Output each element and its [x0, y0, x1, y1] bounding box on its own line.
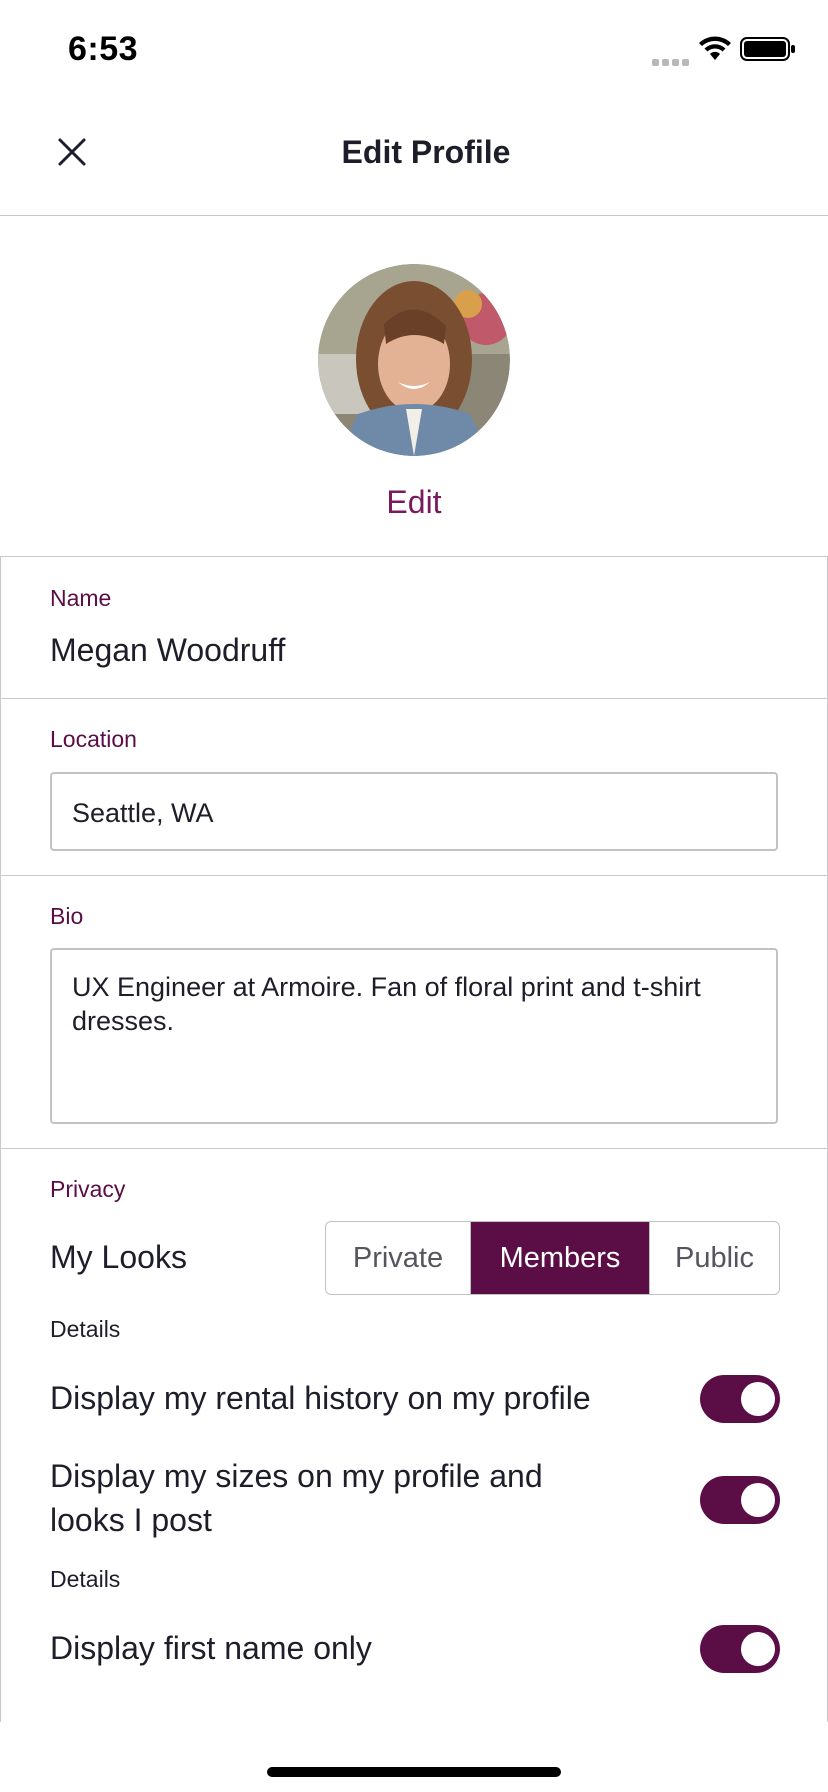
name-field[interactable]: Megan Woodruff [50, 632, 285, 669]
home-indicator [267, 1767, 561, 1777]
battery-icon [740, 37, 795, 61]
wifi-icon [699, 36, 731, 60]
location-label: Location [50, 726, 137, 752]
segment-members[interactable]: Members [471, 1222, 649, 1294]
edit-photo-link[interactable]: Edit [0, 484, 828, 521]
bio-textarea[interactable]: UX Engineer at Armoire. Fan of floral pr… [50, 948, 778, 1124]
toggle-knob [741, 1382, 775, 1416]
profile-form: Name Megan Woodruff Location Seattle, WA… [0, 557, 828, 1722]
details-label: Details [50, 1566, 121, 1592]
avatar[interactable] [318, 264, 510, 456]
location-input[interactable]: Seattle, WA [50, 772, 778, 851]
segment-private[interactable]: Private [326, 1222, 471, 1294]
my-looks-label: My Looks [50, 1239, 187, 1275]
first-name-toggle-label: Display first name only [50, 1630, 372, 1666]
sizes-toggle[interactable] [700, 1476, 780, 1524]
divider [1, 875, 827, 876]
status-time: 6:53 [68, 30, 139, 68]
first-name-toggle[interactable] [700, 1625, 780, 1673]
toggle-knob [741, 1632, 775, 1666]
toggle-knob [741, 1483, 775, 1517]
sizes-toggle-label: Display my sizes on my profile and looks… [50, 1458, 543, 1538]
bio-label: Bio [50, 903, 84, 929]
rental-history-toggle-label: Display my rental history on my profile [50, 1380, 591, 1416]
cellular-signal-icon [652, 53, 692, 66]
divider [1, 1148, 827, 1149]
status-bar: 6:53 [0, 0, 828, 100]
segment-public[interactable]: Public [649, 1222, 779, 1294]
privacy-label: Privacy [50, 1176, 126, 1202]
header: Edit Profile [0, 100, 828, 216]
page-title: Edit Profile [341, 134, 511, 170]
details-label: Details [50, 1316, 121, 1342]
rental-history-toggle[interactable] [700, 1375, 780, 1423]
looks-visibility-control: Private Members Public [325, 1221, 780, 1295]
name-label: Name [50, 585, 112, 611]
divider [1, 698, 827, 699]
